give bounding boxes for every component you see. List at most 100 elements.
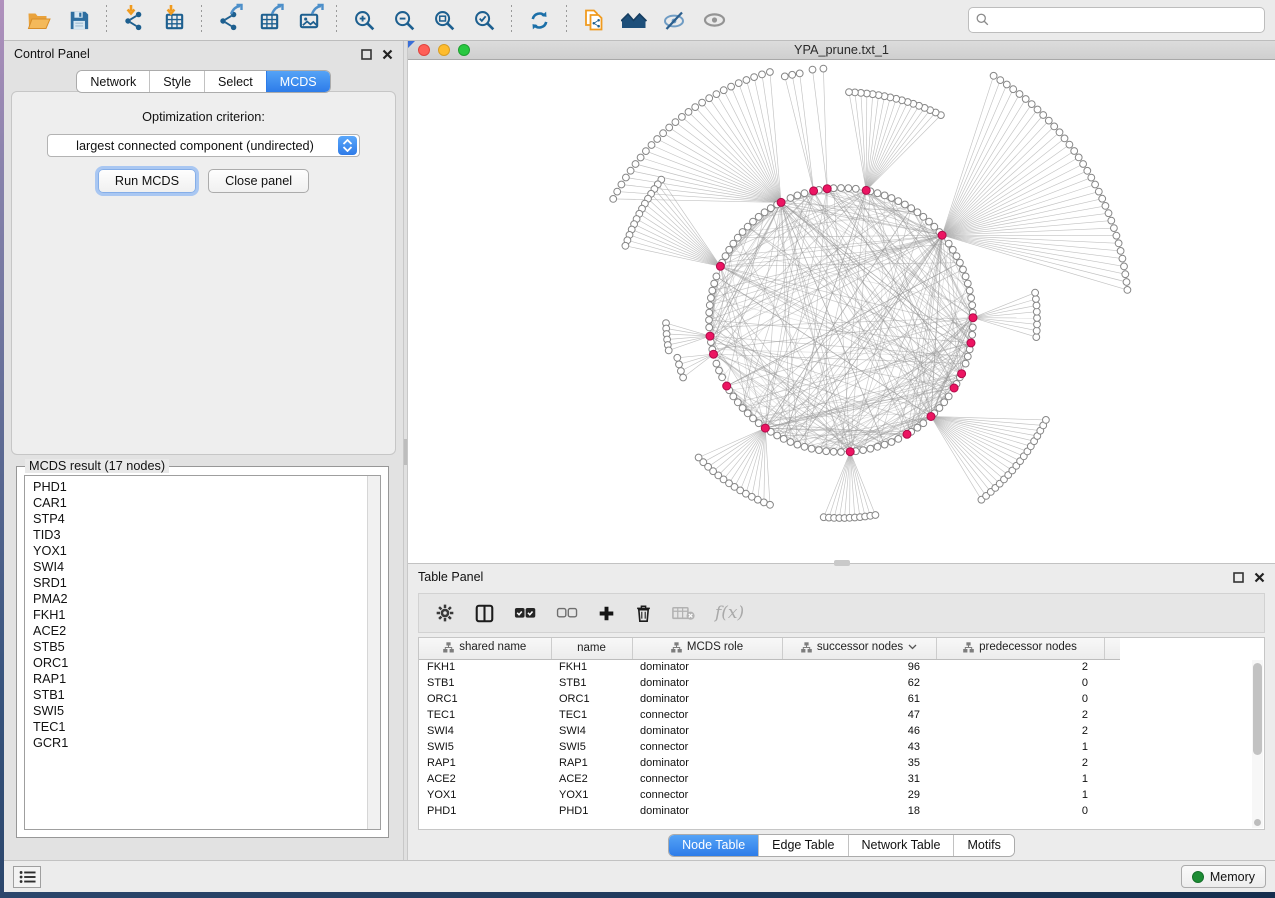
column-header-predecessor-nodes[interactable]: predecessor nodes	[936, 638, 1104, 659]
tab-network-table[interactable]: Network Table	[848, 835, 954, 856]
float-panel-icon[interactable]	[361, 49, 372, 60]
zoom-out-icon[interactable]	[387, 4, 421, 36]
result-node-item[interactable]: PHD1	[33, 479, 380, 495]
memory-label: Memory	[1210, 870, 1255, 884]
close-panel-button[interactable]: Close panel	[208, 169, 309, 193]
table-row[interactable]: SWI4SWI4dominator462	[419, 723, 1120, 739]
cell: 2	[936, 723, 1104, 739]
first-neighbors-icon[interactable]	[617, 4, 651, 36]
column-settings-icon[interactable]	[435, 603, 455, 623]
result-node-item[interactable]: FKH1	[33, 607, 380, 623]
result-node-item[interactable]: TEC1	[33, 719, 380, 735]
zoom-in-icon[interactable]	[347, 4, 381, 36]
table-panel: Table Panel f(x) shared namenameMCDS rol…	[408, 563, 1275, 860]
table-row[interactable]: TEC1TEC1connector472	[419, 707, 1120, 723]
table-panel-resize-handle[interactable]	[834, 560, 850, 566]
table-row[interactable]: PHD1PHD1dominator180	[419, 803, 1120, 819]
cell: 2	[936, 707, 1104, 723]
tab-select[interactable]: Select	[204, 71, 266, 92]
deselect-all-icon[interactable]	[556, 607, 578, 619]
tab-node-table[interactable]: Node Table	[669, 835, 758, 856]
cell: STB1	[551, 675, 632, 691]
hide-selected-icon[interactable]	[657, 4, 691, 36]
result-node-item[interactable]: TID3	[33, 527, 380, 543]
duplicate-network-icon[interactable]	[577, 4, 611, 36]
save-icon[interactable]	[62, 4, 96, 36]
node-table-area: shared namenameMCDS rolesuccessor nodesp…	[418, 637, 1265, 830]
result-node-item[interactable]: SRD1	[33, 575, 380, 591]
cell: connector	[632, 707, 782, 723]
table-row[interactable]: STB1STB1dominator620	[419, 675, 1120, 691]
table-row[interactable]: ORC1ORC1dominator610	[419, 691, 1120, 707]
toolbar-separator	[336, 5, 337, 35]
zoom-fit-icon[interactable]	[427, 4, 461, 36]
table-row[interactable]: FKH1FKH1dominator962	[419, 659, 1120, 675]
table-scrollbar-thumb[interactable]	[1253, 663, 1262, 755]
close-table-panel-icon[interactable]	[1254, 572, 1265, 583]
result-node-item[interactable]: YOX1	[33, 543, 380, 559]
table-row[interactable]: RAP1RAP1dominator352	[419, 755, 1120, 771]
table-row[interactable]: ACE2ACE2connector311	[419, 771, 1120, 787]
import-network-icon[interactable]	[117, 4, 151, 36]
network-canvas[interactable]	[408, 60, 1275, 563]
memory-button[interactable]: Memory	[1181, 865, 1266, 888]
show-columns-icon[interactable]	[475, 604, 494, 623]
table-row[interactable]: SWI5SWI5connector431	[419, 739, 1120, 755]
import-table-icon[interactable]	[157, 4, 191, 36]
column-header-name[interactable]: name	[551, 638, 632, 659]
toolbar-separator	[566, 5, 567, 35]
result-node-item[interactable]: ACE2	[33, 623, 380, 639]
tab-style[interactable]: Style	[149, 71, 204, 92]
column-header-successor-nodes[interactable]: successor nodes	[782, 638, 936, 659]
result-list-scrollbar[interactable]	[367, 476, 380, 829]
mcds-result-list[interactable]: PHD1CAR1STP4TID3YOX1SWI4SRD1PMA2FKH1ACE2…	[24, 475, 381, 830]
refresh-icon[interactable]	[522, 4, 556, 36]
export-table-icon[interactable]	[252, 4, 286, 36]
result-node-item[interactable]: RAP1	[33, 671, 380, 687]
optimization-value: largest connected component (undirected)	[48, 139, 338, 153]
zoom-selected-icon[interactable]	[467, 4, 501, 36]
optimization-select[interactable]: largest connected component (undirected)	[47, 134, 360, 157]
export-image-icon[interactable]	[292, 4, 326, 36]
cell: 35	[782, 755, 936, 771]
add-column-icon[interactable]	[598, 605, 615, 622]
column-header-shared-name[interactable]: shared name	[419, 638, 551, 659]
panel-divider-handle[interactable]	[404, 439, 407, 465]
open-icon[interactable]	[22, 4, 56, 36]
cell: RAP1	[551, 755, 632, 771]
show-all-icon[interactable]	[697, 4, 731, 36]
cell: YOX1	[419, 787, 551, 803]
close-panel-icon[interactable]	[382, 49, 393, 60]
float-table-panel-icon[interactable]	[1233, 572, 1244, 583]
tab-mcds[interactable]: MCDS	[266, 71, 330, 92]
result-node-item[interactable]: STP4	[33, 511, 380, 527]
column-header-MCDS-role[interactable]: MCDS role	[632, 638, 782, 659]
result-node-item[interactable]: ORC1	[33, 655, 380, 671]
select-all-icon[interactable]	[514, 607, 536, 619]
delete-column-icon[interactable]	[635, 604, 652, 623]
run-mcds-button[interactable]: Run MCDS	[98, 169, 196, 193]
table-scrollbar[interactable]	[1252, 660, 1263, 828]
task-history-button[interactable]	[13, 866, 41, 888]
table-row[interactable]: YOX1YOX1connector291	[419, 787, 1120, 803]
result-node-item[interactable]: GCR1	[33, 735, 380, 751]
toolbar-separator	[201, 5, 202, 35]
tab-network[interactable]: Network	[77, 71, 149, 92]
result-node-item[interactable]: CAR1	[33, 495, 380, 511]
cell: SWI4	[419, 723, 551, 739]
result-node-item[interactable]: SWI5	[33, 703, 380, 719]
table-resize-grip[interactable]	[1254, 819, 1261, 826]
tab-motifs[interactable]: Motifs	[953, 835, 1013, 856]
mcds-result-group: MCDS result (17 nodes) PHD1CAR1STP4TID3Y…	[16, 466, 389, 838]
cell: connector	[632, 787, 782, 803]
export-network-icon[interactable]	[212, 4, 246, 36]
result-node-item[interactable]: STB5	[33, 639, 380, 655]
cell: SWI5	[419, 739, 551, 755]
cell: SWI5	[551, 739, 632, 755]
search-input[interactable]	[968, 7, 1265, 33]
result-node-item[interactable]: STB1	[33, 687, 380, 703]
result-node-item[interactable]: PMA2	[33, 591, 380, 607]
toolbar-separator	[106, 5, 107, 35]
result-node-item[interactable]: SWI4	[33, 559, 380, 575]
tab-edge-table[interactable]: Edge Table	[758, 835, 847, 856]
